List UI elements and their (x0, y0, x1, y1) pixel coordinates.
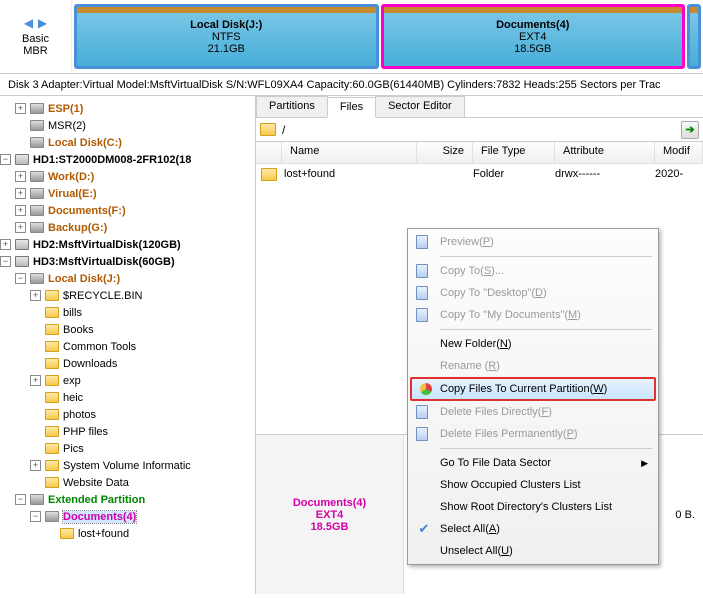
col-modified[interactable]: Modif (655, 142, 703, 163)
file-list-header[interactable]: Name Size File Type Attribute Modif (256, 142, 703, 164)
document-icon (416, 405, 428, 419)
col-attr[interactable]: Attribute (555, 142, 655, 163)
menu-copy-current-partition[interactable]: Copy Files To Current Partition(W) (410, 377, 656, 401)
nav-next-icon[interactable]: ▶ (37, 17, 49, 29)
tree-item-books[interactable]: Books (0, 321, 255, 338)
tree-item-exp[interactable]: +exp (0, 372, 255, 389)
menu-rename[interactable]: Rename (R) (410, 355, 656, 377)
partition-block-edge[interactable] (687, 4, 701, 69)
menu-delete-directly[interactable]: Delete Files Directly(F) (410, 401, 656, 423)
path-bar: / ➔ (256, 118, 703, 142)
menu-root-clusters[interactable]: Show Root Directory's Clusters List (410, 496, 656, 518)
menu-occupied-clusters[interactable]: Show Occupied Clusters List (410, 474, 656, 496)
menu-select-all[interactable]: ✔Select All(A) (410, 518, 656, 540)
tree-item-common[interactable]: Common Tools (0, 338, 255, 355)
folder-icon (261, 168, 277, 181)
tab-sector-editor[interactable]: Sector Editor (375, 96, 465, 117)
document-icon (416, 286, 428, 300)
tree-item-backupg[interactable]: +Backup(G:) (0, 219, 255, 236)
col-type[interactable]: File Type (473, 142, 555, 163)
tree-item-heic[interactable]: heic (0, 389, 255, 406)
nav-prev-icon[interactable]: ◀ (23, 17, 35, 29)
tab-partitions[interactable]: Partitions (256, 96, 328, 117)
menu-new-folder[interactable]: New Folder(N) (410, 333, 656, 355)
tree-item-extended[interactable]: −Extended Partition (0, 491, 255, 508)
menu-goto-sector[interactable]: Go To File Data Sector▶ (410, 452, 656, 474)
partition-summary: Documents(4) EXT4 18.5GB (256, 435, 404, 594)
col-icon[interactable] (256, 142, 282, 163)
tree-item-docf[interactable]: +Documents(F:) (0, 202, 255, 219)
menu-preview[interactable]: Preview(P) (410, 231, 656, 253)
tree-item-localj[interactable]: −Local Disk(J:) (0, 270, 255, 287)
tree-item-pics[interactable]: Pics (0, 440, 255, 457)
menu-delete-permanently[interactable]: Delete Files Permanently(P) (410, 423, 656, 445)
folder-icon (260, 123, 276, 136)
disk-info-line: Disk 3 Adapter:Virtual Model:MsftVirtual… (0, 74, 703, 96)
tree-item-lostfound[interactable]: lost+found (0, 525, 255, 542)
tree-item-php[interactable]: PHP files (0, 423, 255, 440)
current-path[interactable]: / (282, 123, 681, 137)
partition-map: Local Disk(J:) NTFS 21.1GB Documents(4) … (72, 0, 703, 73)
tab-files[interactable]: Files (327, 97, 376, 118)
tree-item-localc[interactable]: Local Disk(C:) (0, 134, 255, 151)
go-button[interactable]: ➔ (681, 121, 699, 139)
tree-item-documents4[interactable]: −Documents(4) (0, 508, 255, 525)
document-icon (416, 308, 428, 322)
col-size[interactable]: Size (417, 142, 473, 163)
tree-item-msr[interactable]: MSR(2) (0, 117, 255, 134)
tree-item-svi[interactable]: +System Volume Informatic (0, 457, 255, 474)
tree-item-downloads[interactable]: Downloads (0, 355, 255, 372)
check-icon: ✔ (416, 521, 432, 537)
partition-block-documents-4[interactable]: Documents(4) EXT4 18.5GB (381, 4, 686, 69)
tree-item-hd2[interactable]: +HD2:MsftVirtualDisk(120GB) (0, 236, 255, 253)
menu-copy-mydocs[interactable]: Copy To "My Documents"(M) (410, 304, 656, 326)
disk-tree[interactable]: +ESP(1) MSR(2) Local Disk(C:) −HD1:ST200… (0, 96, 256, 594)
tree-item-hd3[interactable]: −HD3:MsftVirtualDisk(60GB) (0, 253, 255, 270)
context-menu: Preview(P) Copy To(S)... Copy To "Deskto… (407, 228, 659, 565)
document-icon (416, 235, 428, 249)
tree-item-workd[interactable]: +Work(D:) (0, 168, 255, 185)
partition-block-local-disk-j[interactable]: Local Disk(J:) NTFS 21.1GB (74, 4, 379, 69)
tree-item-viruale[interactable]: +Virual(E:) (0, 185, 255, 202)
document-icon (416, 427, 428, 441)
pie-icon (418, 381, 434, 397)
tree-item-web[interactable]: Website Data (0, 474, 255, 491)
tree-item-hd1[interactable]: −HD1:ST2000DM008-2FR102(18 (0, 151, 255, 168)
disk-type-label: ◀ ▶ Basic MBR (0, 0, 72, 73)
document-icon (416, 264, 428, 278)
tree-item-recycle[interactable]: +$RECYCLE.BIN (0, 287, 255, 304)
menu-unselect-all[interactable]: Unselect All(U) (410, 540, 656, 562)
tree-item-bills[interactable]: bills (0, 304, 255, 321)
col-name[interactable]: Name (282, 142, 417, 163)
file-row[interactable]: lost+found Folder drwx------ 2020- (256, 164, 703, 184)
menu-copy-to[interactable]: Copy To(S)... (410, 260, 656, 282)
menu-copy-desktop[interactable]: Copy To "Desktop"(D) (410, 282, 656, 304)
content-tabs: Partitions Files Sector Editor (256, 96, 703, 118)
tree-item-esp[interactable]: +ESP(1) (0, 100, 255, 117)
tree-item-photos[interactable]: photos (0, 406, 255, 423)
